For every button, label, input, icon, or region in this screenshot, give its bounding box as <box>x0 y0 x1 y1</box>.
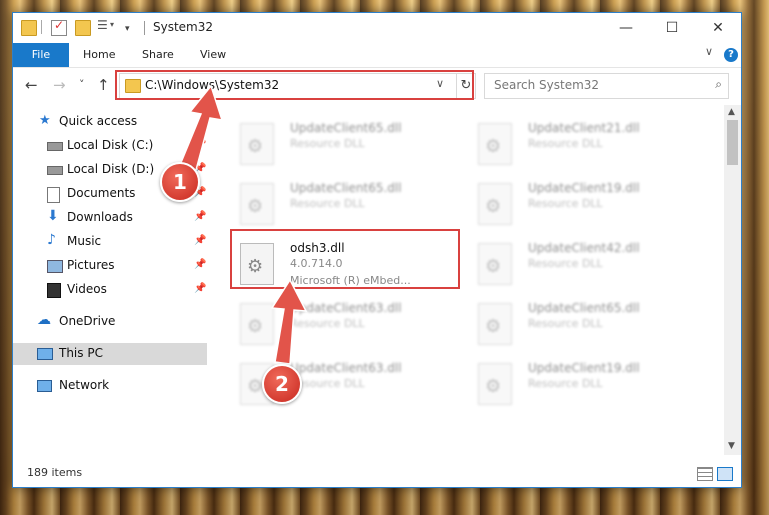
arrow-to-file <box>270 278 308 365</box>
step-one-badge: 1 <box>160 162 200 202</box>
arrow-to-address-bar <box>178 84 224 171</box>
step-two-badge: 2 <box>262 364 302 404</box>
annotation-arrows <box>178 84 308 365</box>
